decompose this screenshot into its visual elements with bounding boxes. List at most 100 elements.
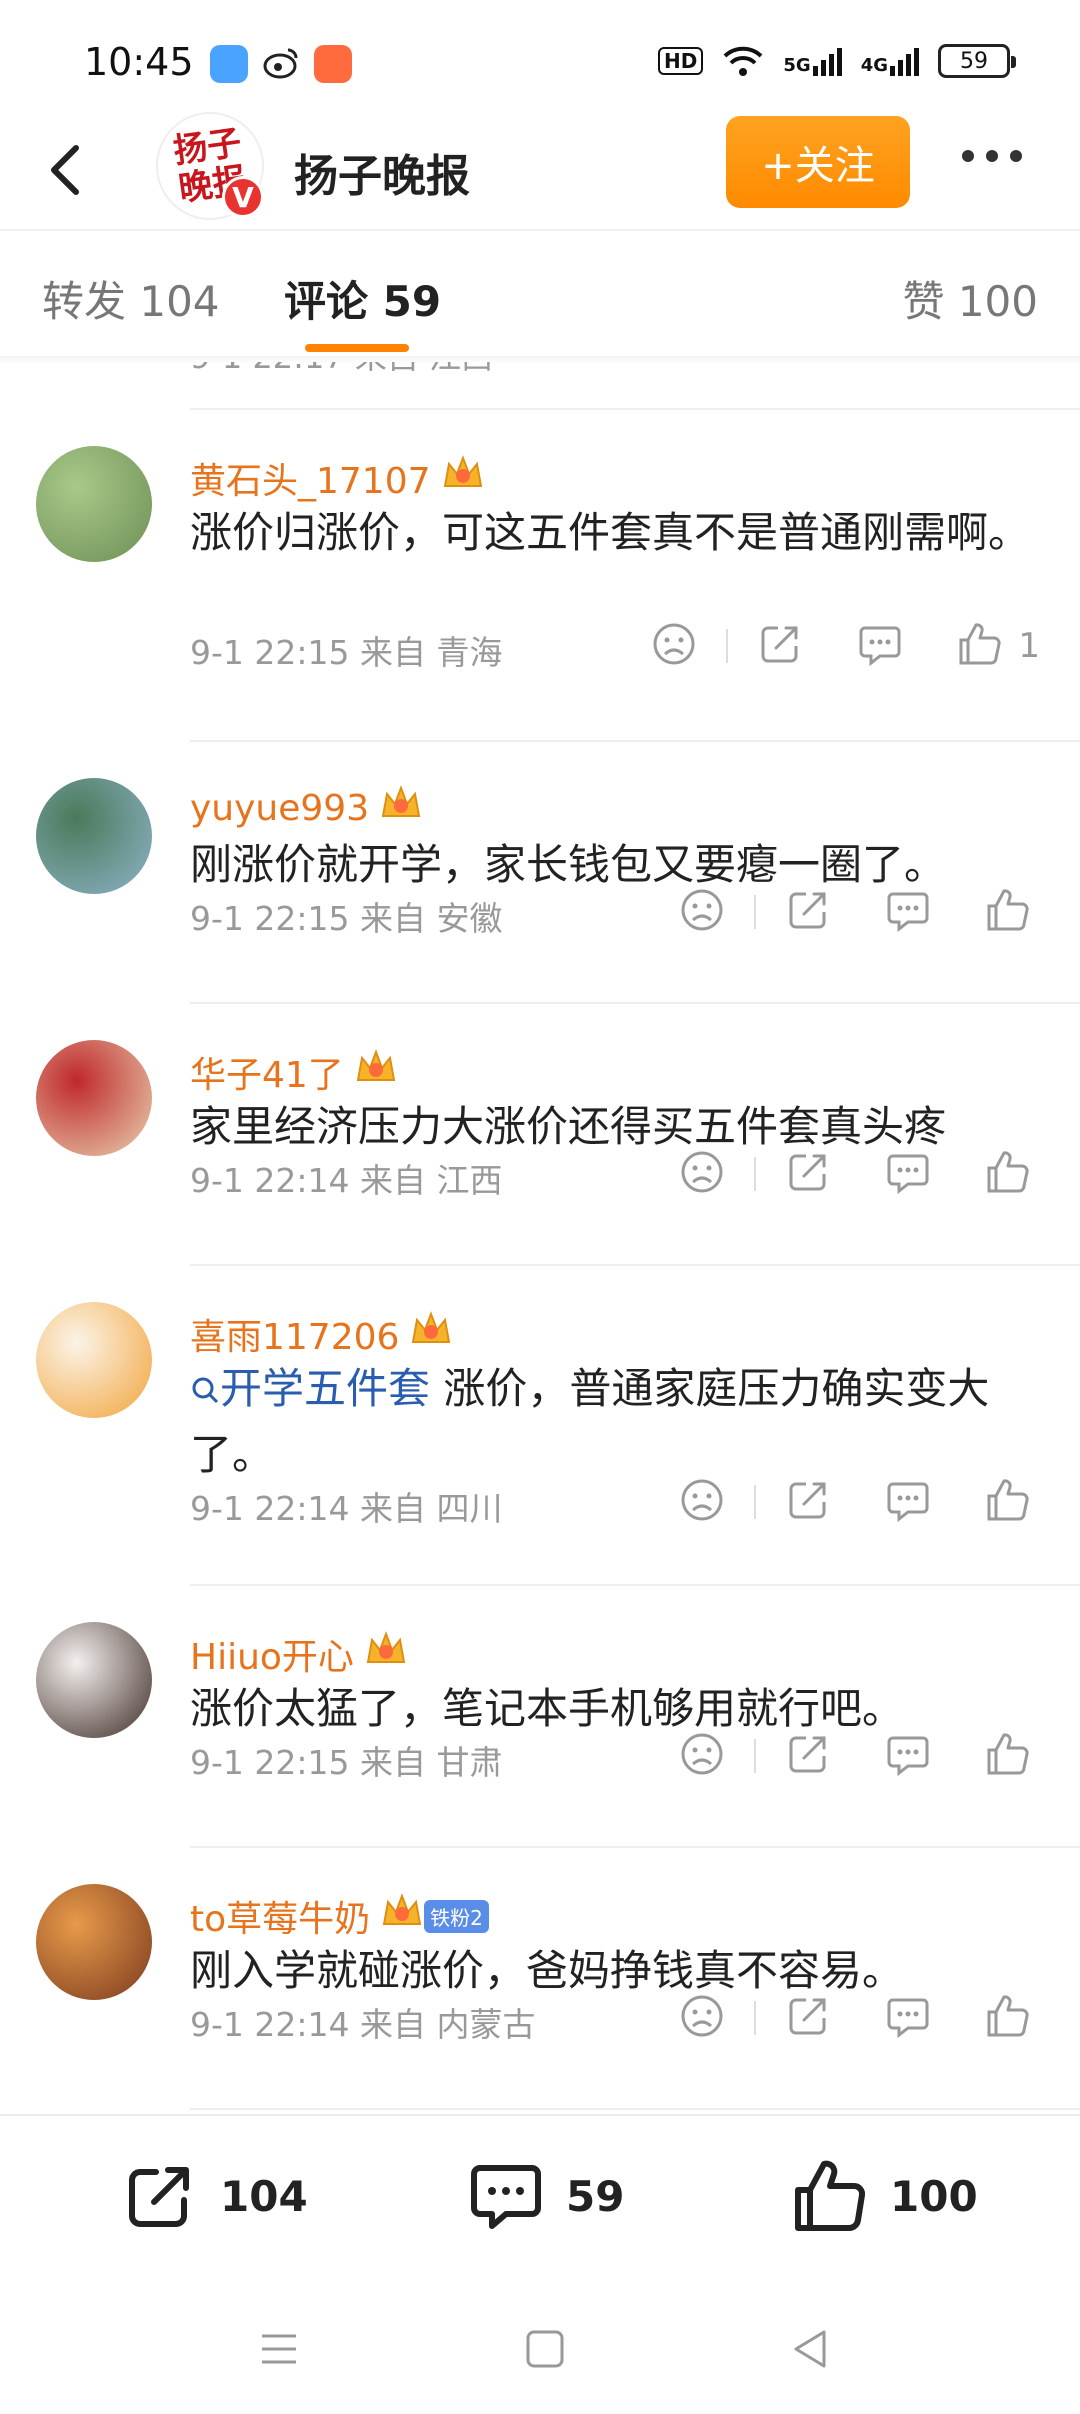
comment-username[interactable]: 华子41了 <box>190 1046 344 1098</box>
like-icon[interactable] <box>984 1730 1032 1782</box>
comment-actions: 1 <box>650 620 1040 672</box>
like-icon[interactable] <box>984 1148 1032 1200</box>
comment-username[interactable]: 喜雨117206 <box>190 1308 399 1360</box>
comment-divider <box>190 1264 1080 1266</box>
vip-crown-icon <box>441 454 485 503</box>
comment-username[interactable]: to草莓牛奶 <box>190 1890 370 1942</box>
like-icon[interactable] <box>984 886 1032 938</box>
action-separator <box>754 1157 756 1191</box>
back-button[interactable] <box>36 130 96 210</box>
comment-item[interactable]: Hiiuo开心 涨价太猛了，笔记本手机够用就行吧。 9-1 22:15 来自 甘肃 <box>0 1584 1080 1846</box>
comment-text-body: 刚入学就碰涨价，爸妈挣钱真不容易。 <box>190 1946 905 1995</box>
share-icon[interactable] <box>784 1476 832 1528</box>
share-icon[interactable] <box>784 886 832 938</box>
comment-time: 9-1 22:14 <box>190 2005 350 2044</box>
reply-icon[interactable] <box>884 1730 932 1782</box>
like-count: 100 <box>890 2171 978 2221</box>
tab-likes[interactable]: 赞 100 <box>902 268 1038 329</box>
comment-list[interactable]: 9-1 22:17 来自 江西 黄石头_17107涨价归涨价，可这五件套真不是普… <box>0 362 1080 2112</box>
battery-indicator: 59 <box>938 44 1016 78</box>
reaction-face-icon[interactable] <box>650 620 698 672</box>
like-icon[interactable] <box>956 620 1004 672</box>
comment-username[interactable]: 黄石头_17107 <box>190 452 431 504</box>
comment-author: to草莓牛奶 铁粉2 <box>190 1890 489 1942</box>
vip-crown-icon <box>354 1048 398 1097</box>
avatar[interactable] <box>36 1040 152 1156</box>
comment-divider <box>190 740 1080 742</box>
avatar[interactable] <box>36 1622 152 1738</box>
comment-divider <box>190 408 1080 410</box>
repost-count: 104 <box>220 2171 308 2221</box>
comment-divider <box>190 1002 1080 1004</box>
like-icon[interactable] <box>984 1476 1032 1528</box>
comment-divider <box>190 1846 1080 1848</box>
comment-time: 9-1 22:15 <box>190 633 350 672</box>
avatar[interactable] <box>36 1302 152 1418</box>
comment-item[interactable]: 喜雨117206 开学五件套 涨价，普通家庭压力确实变大了。 9-1 22:14 来… <box>0 1264 1080 1584</box>
avatar[interactable] <box>36 446 152 562</box>
tab-bar: 转发 104 评论 59 赞 100 <box>0 232 1080 362</box>
comment-meta: 9-1 22:14 来自 内蒙古 <box>190 1998 536 2046</box>
account-name[interactable]: 扬子晚报 <box>294 140 470 204</box>
comment-meta: 9-1 22:15 来自 甘肃 <box>190 1736 503 1784</box>
comment-meta: 9-1 22:14 来自 四川 <box>190 1482 503 1530</box>
list-end-divider <box>190 2108 1080 2110</box>
avatar[interactable] <box>36 1884 152 2000</box>
comment-location: 来自 安徽 <box>360 899 503 938</box>
comment-button[interactable]: 59 <box>466 2156 624 2236</box>
tab-comments[interactable]: 评论 59 <box>284 268 441 329</box>
follow-button[interactable]: +关注 <box>726 116 910 208</box>
share-icon[interactable] <box>784 1148 832 1200</box>
share-icon[interactable] <box>784 1730 832 1782</box>
reply-icon[interactable] <box>856 620 904 672</box>
repost-button[interactable]: 104 <box>120 2156 308 2236</box>
action-separator <box>726 629 729 663</box>
tab-reposts[interactable]: 转发 104 <box>42 268 220 329</box>
comment-meta: 9-1 22:15 来自 安徽 <box>190 892 503 940</box>
hd-indicator: HD <box>658 47 704 75</box>
comment-item[interactable]: to草莓牛奶 铁粉2 刚入学就碰涨价，爸妈挣钱真不容易。 9-1 22:14 来自 内… <box>0 1846 1080 2108</box>
header-divider <box>0 229 1080 231</box>
reply-icon[interactable] <box>884 886 932 938</box>
like-button[interactable]: 100 <box>790 2156 978 2236</box>
comment-meta: 9-1 22:15 来自 青海 <box>190 626 503 674</box>
status-bar: 10:45 HD 5G 4G 59 <box>0 0 1080 110</box>
comment-time: 9-1 22:14 <box>190 1489 350 1528</box>
reaction-face-icon[interactable] <box>678 886 726 938</box>
action-separator <box>754 1485 756 1519</box>
reaction-face-icon[interactable] <box>678 1476 726 1528</box>
partial-comment-meta: 9-1 22:17 来自 江西 <box>190 362 493 378</box>
topic-link[interactable]: 开学五件套 <box>190 1364 430 1413</box>
comment-item[interactable]: 华子41了 家里经济压力大涨价还得买五件套真头疼 9-1 22:14 来自 江西 <box>0 1002 1080 1264</box>
comment-text: 开学五件套 涨价，普通家庭压力确实变大了。 <box>190 1356 1040 1488</box>
home-nav-icon[interactable] <box>520 2324 570 2374</box>
comment-actions <box>678 1730 1032 1782</box>
reply-icon[interactable] <box>884 1476 932 1528</box>
comment-text-body: 涨价太猛了，笔记本手机够用就行吧。 <box>190 1684 905 1733</box>
menu-nav-icon[interactable] <box>254 2324 304 2374</box>
like-icon[interactable] <box>984 1992 1032 2044</box>
comment-username[interactable]: yuyue993 <box>190 788 369 829</box>
comment-time: 9-1 22:15 <box>190 1743 350 1782</box>
comment-username[interactable]: Hiiuo开心 <box>190 1628 354 1680</box>
comment-location: 来自 江西 <box>360 1161 503 1200</box>
comment-item[interactable]: 黄石头_17107 涨价归涨价，可这五件套真不是普通刚需啊。 9-1 22:15 来… <box>0 408 1080 738</box>
back-nav-icon[interactable] <box>786 2324 836 2374</box>
comment-text-body: 涨价归涨价，可这五件套真不是普通刚需啊。 <box>190 508 1031 557</box>
avatar[interactable] <box>36 778 152 894</box>
reply-icon[interactable] <box>884 1992 932 2044</box>
reply-icon[interactable] <box>884 1148 932 1200</box>
more-options-button[interactable] <box>962 150 1022 162</box>
comment-item[interactable]: yuyue993 刚涨价就开学，家长钱包又要瘪一圈了。 9-1 22:15 来自 安… <box>0 740 1080 1002</box>
comment-icon <box>471 2165 541 2229</box>
share-icon[interactable] <box>784 1992 832 2044</box>
vip-crown-icon <box>380 1892 424 1941</box>
comment-location: 来自 内蒙古 <box>360 2005 536 2044</box>
reaction-face-icon[interactable] <box>678 1148 726 1200</box>
reaction-face-icon[interactable] <box>678 1730 726 1782</box>
wifi-icon <box>723 46 763 76</box>
reaction-face-icon[interactable] <box>678 1992 726 2044</box>
share-icon[interactable] <box>756 620 804 672</box>
comment-text: 涨价归涨价，可这五件套真不是普通刚需啊。 <box>190 500 1040 566</box>
app-shop-icon <box>314 45 352 83</box>
